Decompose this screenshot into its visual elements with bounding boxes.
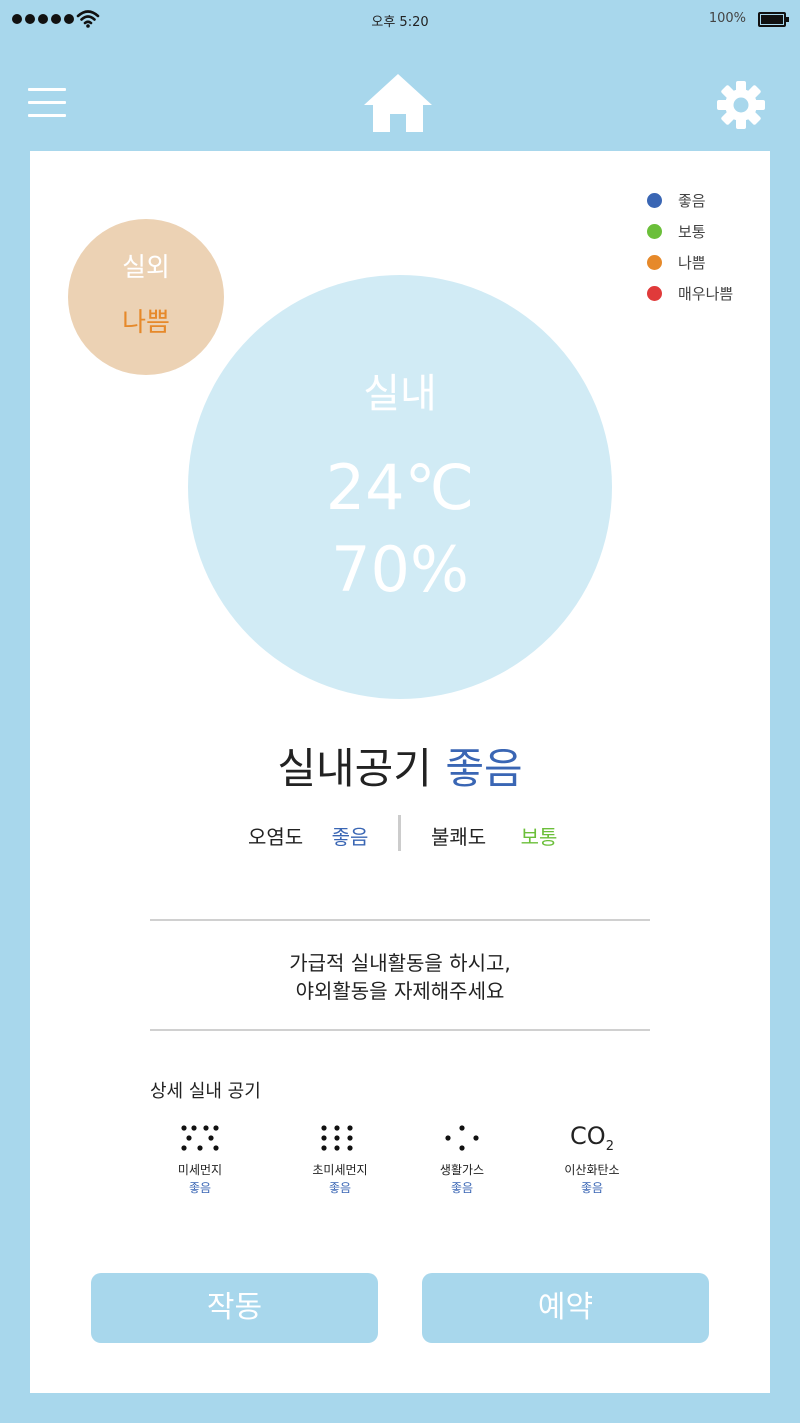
battery-percent: 100% — [708, 11, 746, 26]
detail-fine-dust[interactable]: 미세먼지 좋음 — [140, 1121, 260, 1196]
outdoor-status: 나쁨 — [122, 308, 170, 338]
outdoor-status-circle[interactable]: 실외 나쁨 — [68, 219, 224, 375]
legend-label: 매우나쁨 — [678, 285, 734, 303]
status-legend: 좋음 보통 나쁨 매우나쁨 — [647, 185, 733, 309]
divider — [150, 1029, 650, 1031]
detail-label: 생활가스 — [439, 1163, 485, 1177]
home-icon[interactable] — [362, 72, 434, 134]
detail-co2[interactable]: CO2 이산화탄소 좋음 — [532, 1121, 652, 1196]
detail-value: 좋음 — [328, 1181, 352, 1195]
air-quality-heading: 실내공기 좋음 — [30, 735, 770, 796]
indoor-temperature: 24℃ — [325, 451, 475, 524]
detail-gas[interactable]: 생활가스 좋음 — [402, 1121, 522, 1196]
very-bad-dot-icon — [647, 286, 662, 301]
legend-item-bad: 나쁨 — [647, 247, 733, 278]
detail-ultrafine-dust[interactable]: 초미세먼지 좋음 — [280, 1121, 400, 1196]
detail-label: 초미세먼지 — [312, 1163, 368, 1177]
divider — [398, 815, 401, 851]
gear-icon[interactable] — [716, 80, 766, 130]
air-quality-status: 좋음 — [445, 744, 523, 793]
advice-line: 가급적 실내활동을 하시고, — [289, 951, 511, 975]
detail-label: 이산화탄소 — [564, 1163, 620, 1177]
outdoor-title: 실외 — [122, 253, 170, 283]
air-quality-label: 실내공기 — [277, 744, 432, 793]
battery-icon — [758, 12, 789, 27]
menu-icon[interactable] — [28, 88, 66, 118]
legend-item-normal: 보통 — [647, 216, 733, 247]
run-button[interactable]: 작동 — [91, 1273, 378, 1343]
discomfort-value: 보통 — [520, 825, 558, 849]
status-time: 오후 5:20 — [371, 15, 429, 30]
discomfort-status: 불쾌도 보통 — [431, 821, 557, 850]
pollution-status: 오염도 좋음 — [248, 821, 368, 850]
indoor-title: 실내 — [363, 371, 437, 417]
detail-value: 좋음 — [188, 1181, 212, 1195]
fine-dust-icon — [181, 1125, 219, 1151]
details-title: 상세 실내 공기 — [150, 1081, 261, 1102]
legend-item-very-bad: 매우나쁨 — [647, 278, 733, 309]
discomfort-label: 불쾌도 — [431, 825, 487, 849]
main-card: 좋음 보통 나쁨 매우나쁨 실내 24℃ 70% 실외 나쁨 실내공기 좋음 오… — [30, 151, 770, 1393]
bad-dot-icon — [647, 255, 662, 270]
advice-line: 야외활동을 자제해주세요 — [295, 979, 505, 1003]
advice-message: 가급적 실내활동을 하시고, 야외활동을 자제해주세요 — [30, 949, 770, 1005]
gas-icon — [445, 1125, 479, 1151]
sub-status-row: 오염도 좋음 불쾌도 보통 — [30, 815, 770, 853]
detail-value: 좋음 — [450, 1181, 474, 1195]
legend-label: 보통 — [678, 223, 706, 241]
indoor-status-circle: 실내 24℃ 70% — [188, 275, 612, 699]
detail-label: 미세먼지 — [177, 1163, 223, 1177]
reserve-button[interactable]: 예약 — [422, 1273, 709, 1343]
good-dot-icon — [647, 193, 662, 208]
legend-item-good: 좋음 — [647, 185, 733, 216]
legend-label: 좋음 — [678, 192, 706, 210]
co2-icon: CO2 — [570, 1122, 614, 1154]
normal-dot-icon — [647, 224, 662, 239]
detail-value: 좋음 — [580, 1181, 604, 1195]
pollution-value: 좋음 — [331, 825, 369, 849]
legend-label: 나쁨 — [678, 254, 706, 272]
divider — [150, 919, 650, 921]
indoor-humidity: 70% — [331, 533, 469, 606]
status-bar: 오후 5:20 100% — [0, 0, 800, 40]
ultrafine-dust-icon — [321, 1125, 353, 1151]
pollution-label: 오염도 — [248, 825, 304, 849]
